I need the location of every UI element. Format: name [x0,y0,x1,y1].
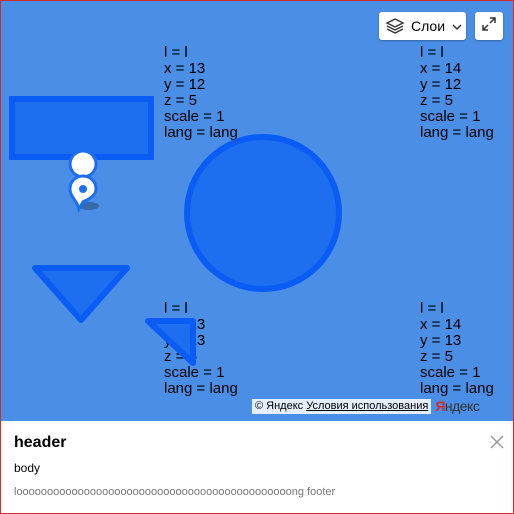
terms-link[interactable]: Условия использования [306,400,428,412]
small-triangle-geo-object[interactable] [145,318,196,366]
chevron-down-icon [451,20,463,32]
balloon-body: body [14,461,41,475]
balloon-footer: looooooooooooooooooooooooooooooooooooooo… [14,486,336,498]
triangle-geo-object[interactable] [32,265,130,323]
copyright-text: © Яндекс [255,399,304,412]
map-frame: l = l x = 13 y = 12 z = 5 scale = 1 lang… [0,0,514,514]
close-icon[interactable] [489,434,505,450]
logo-rest: ндекс [444,398,480,414]
yandex-logo[interactable]: Яндекс [435,398,480,414]
balloon-header: header [14,434,67,451]
map-copyright: © Яндекс Условия использования Яндекс [252,398,480,414]
circle-geo-object[interactable] [184,134,342,292]
layers-label: Слои [411,18,446,34]
expand-icon [481,16,497,37]
rectangle-geo-object[interactable] [9,96,154,160]
logo-first-letter: Я [435,398,445,414]
layers-button[interactable]: Слои [379,12,466,40]
placemark-icon[interactable] [68,149,99,214]
copyright-box: © Яндекс Условия использования [252,398,432,414]
geo-objects-layer [9,96,342,366]
map-canvas[interactable]: l = l x = 13 y = 12 z = 5 scale = 1 lang… [1,1,513,421]
fullscreen-button[interactable] [475,12,503,40]
balloon-panel: header body looooooooooooooooooooooooooo… [1,421,513,513]
layers-icon [385,16,405,36]
